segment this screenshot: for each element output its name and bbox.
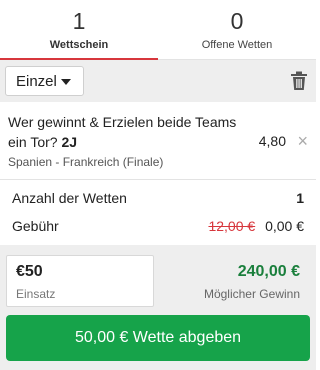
fee-label: Gebühr [12,218,59,234]
tab-wettschein[interactable]: 1 Wettschein [0,0,158,60]
fee-row: Gebühr 12,00 € 0,00 € [12,216,304,236]
stake-label: Einsatz [16,287,56,301]
tab-count: 0 [230,8,244,34]
bet-mode-value: Einzel [16,72,57,90]
stake-amount: €50 [16,263,43,280]
betslip-toolbar: Einzel [0,60,316,102]
bets-count-value: 1 [296,190,304,206]
betslip-tabs: 1 Wettschein 0 Offene Wetten [0,0,316,60]
chevron-down-icon [61,79,71,85]
tab-offene-wetten[interactable]: 0 Offene Wetten [158,0,316,59]
tab-count: 1 [72,8,86,34]
bet-event: Spanien - Frankreich (Finale) [8,155,164,169]
bets-count-label: Anzahl der Wetten [12,190,127,206]
tab-label: Offene Wetten [201,39,273,51]
fee-values: 12,00 € 0,00 € [208,218,304,234]
bet-question-text: Wer gewinnt & Erzielen beide Teams ein T… [8,114,237,150]
bet-selection: 2J [61,134,78,150]
place-bet-button[interactable]: 50,00 € Wette abgeben [6,315,310,361]
bet-summary: Anzahl der Wetten 1 Gebühr 12,00 € 0,00 … [0,181,316,245]
bets-count-row: Anzahl der Wetten 1 [12,188,304,208]
bet-mode-dropdown[interactable]: Einzel [5,66,84,96]
potential-win-label: Möglicher Gewinn [203,287,300,301]
bet-odds: 4,80 [258,133,286,149]
tab-label: Wettschein [49,39,109,51]
potential-win-value: 240,00 € [237,263,300,280]
fee-old-value: 12,00 € [208,218,256,234]
close-icon[interactable]: × [297,132,308,150]
fee-new-value: 0,00 € [265,218,304,234]
stake-input[interactable]: €50 Einsatz [6,255,154,307]
bet-market: Wer gewinnt & Erzielen beide Teams ein T… [8,112,248,152]
stake-area: €50 Einsatz 240,00 € Möglicher Gewinn 50… [0,245,316,370]
trash-icon[interactable] [290,71,308,91]
bet-item: Wer gewinnt & Erzielen beide Teams ein T… [0,102,316,180]
